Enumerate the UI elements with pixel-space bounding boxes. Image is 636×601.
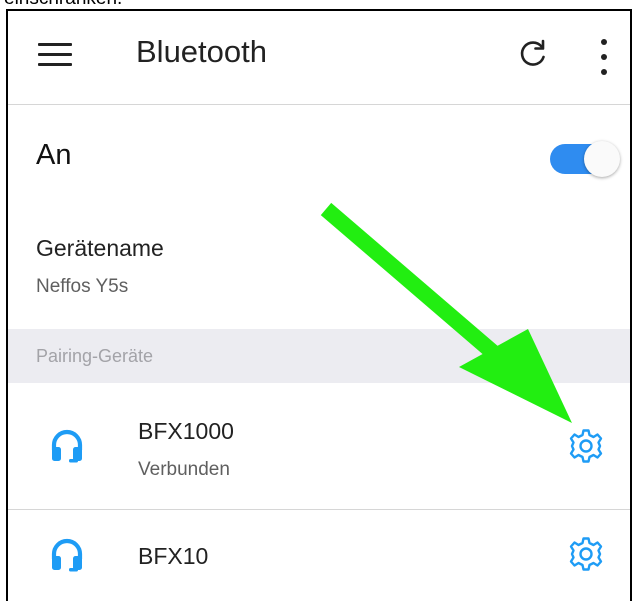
device-status: Verbunden bbox=[138, 459, 230, 480]
paired-devices-header: Pairing-Geräte bbox=[8, 329, 630, 383]
app-bar: Bluetooth bbox=[8, 11, 630, 105]
headphones-icon bbox=[50, 429, 84, 463]
hamburger-menu-icon[interactable] bbox=[38, 43, 72, 67]
gear-icon[interactable] bbox=[567, 535, 605, 573]
page-title: Bluetooth bbox=[136, 34, 267, 69]
paired-device-bfx1000[interactable]: BFX1000 Verbunden bbox=[8, 383, 630, 510]
gear-icon[interactable] bbox=[567, 427, 605, 465]
more-vertical-icon[interactable] bbox=[596, 37, 612, 77]
bluetooth-state-label: An bbox=[36, 139, 72, 171]
device-name: BFX1000 bbox=[138, 418, 234, 444]
device-name: BFX10 bbox=[138, 543, 209, 569]
paired-device-bfx10[interactable]: BFX10 bbox=[8, 510, 630, 601]
caption-text: einschränken. bbox=[4, 0, 122, 9]
device-name-label: Gerätename bbox=[36, 235, 164, 261]
bluetooth-toggle-switch[interactable] bbox=[550, 141, 620, 177]
headphones-icon bbox=[50, 538, 84, 572]
phone-screen: Bluetooth An Gerätename Neffos Y5s Pairi… bbox=[6, 9, 632, 601]
device-name-row[interactable]: Gerätename Neffos Y5s bbox=[8, 200, 630, 328]
toggle-knob bbox=[584, 141, 620, 177]
caption-strip: einschränken. bbox=[0, 0, 636, 9]
refresh-icon[interactable] bbox=[516, 37, 550, 71]
device-name-value: Neffos Y5s bbox=[36, 276, 129, 297]
paired-devices-header-label: Pairing-Geräte bbox=[36, 346, 154, 366]
bluetooth-toggle-row[interactable]: An bbox=[8, 105, 630, 200]
